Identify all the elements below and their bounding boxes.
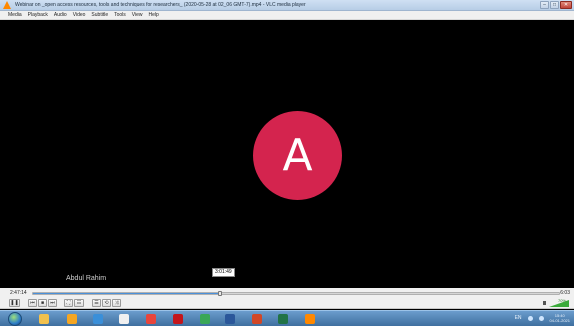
video-display[interactable]: A Abdul Rahim 3:01:49 xyxy=(9,20,565,288)
network-icon[interactable] xyxy=(527,315,533,321)
vlc-cone-icon xyxy=(3,1,11,9)
menu-audio[interactable]: Audio xyxy=(54,12,67,18)
menu-playback[interactable]: Playback xyxy=(28,12,48,18)
menu-video[interactable]: Video xyxy=(73,12,86,18)
system-tray: EN 15:40 04-01-2021 xyxy=(515,313,570,323)
taskbar-app-file-explorer[interactable] xyxy=(36,312,52,326)
window-title: Webinar on _open access resources, tools… xyxy=(15,2,306,8)
taskbar-app-acrobat[interactable] xyxy=(170,312,186,326)
menu-tools[interactable]: Tools xyxy=(114,12,126,18)
clock-date: 04-01-2021 xyxy=(549,318,570,323)
close-button[interactable]: ✕ xyxy=(560,1,572,9)
menu-subtitle[interactable]: Subtitle xyxy=(91,12,108,18)
taskbar-app-powerpoint[interactable] xyxy=(249,312,265,326)
volume-tray-icon[interactable] xyxy=(538,315,544,321)
internet-explorer-icon xyxy=(93,314,103,324)
taskbar-app-vlc[interactable] xyxy=(302,312,318,326)
participant-avatar: A xyxy=(253,111,342,200)
menu-media[interactable]: Media xyxy=(8,12,22,18)
start-button[interactable] xyxy=(8,312,22,326)
vlc-icon xyxy=(305,314,315,324)
taskbar-app-chrome-2[interactable] xyxy=(197,312,213,326)
previous-button[interactable]: ⏮ xyxy=(28,299,37,307)
speaker-icon[interactable] xyxy=(543,301,546,305)
word-icon xyxy=(225,314,235,324)
next-button[interactable]: ⏭ xyxy=(48,299,57,307)
chrome-2-icon xyxy=(200,314,210,324)
play-pause-button[interactable]: ❚❚ xyxy=(9,299,20,307)
language-indicator[interactable]: EN xyxy=(515,315,522,321)
seek-time-tooltip: 3:01:49 xyxy=(212,268,235,277)
menu-help[interactable]: Help xyxy=(149,12,159,18)
powerpoint-icon xyxy=(252,314,262,324)
elapsed-time: 2:47:14 xyxy=(10,290,27,296)
taskbar-app-paint[interactable] xyxy=(64,312,80,326)
taskbar-app-excel[interactable] xyxy=(275,312,291,326)
maximize-button[interactable]: □ xyxy=(550,1,559,9)
chrome-icon xyxy=(146,314,156,324)
loop-button[interactable]: ⟲ xyxy=(102,299,111,307)
playlist-button[interactable]: ☰ xyxy=(92,299,101,307)
seek-progress-fill xyxy=(33,293,220,294)
window-controls: – □ ✕ xyxy=(540,1,572,9)
seek-bar-area: 2:47:14 6:03 xyxy=(0,288,574,297)
taskbar-app-chrome[interactable] xyxy=(143,312,159,326)
extended-settings-button[interactable]: ☷ xyxy=(74,299,84,307)
seek-slider[interactable] xyxy=(32,291,560,296)
volume-percent: 70% xyxy=(557,298,566,303)
fullscreen-button[interactable]: ⛶ xyxy=(64,299,73,307)
title-bar: Webinar on _open access resources, tools… xyxy=(0,0,574,11)
menu-bar: Media Playback Audio Video Subtitle Tool… xyxy=(0,11,574,20)
clock[interactable]: 15:40 04-01-2021 xyxy=(550,313,570,323)
windows-taskbar: EN 15:40 04-01-2021 xyxy=(0,310,574,326)
menu-view[interactable]: View xyxy=(132,12,143,18)
shuffle-button[interactable]: ⤨ xyxy=(112,299,121,307)
taskbar-app-internet-explorer[interactable] xyxy=(90,312,106,326)
paint-icon xyxy=(67,314,77,324)
minimize-button[interactable]: – xyxy=(540,1,549,9)
stop-button[interactable]: ■ xyxy=(38,299,47,307)
taskbar-app-media-player[interactable] xyxy=(116,312,132,326)
excel-icon xyxy=(278,314,288,324)
playback-controls: ❚❚ ⏮ ■ ⏭ ⛶ ☷ ☰ ⟲ ⤨ 70% xyxy=(0,297,574,309)
media-player-icon xyxy=(119,314,129,324)
speaker-name-label: Abdul Rahim xyxy=(66,275,107,282)
acrobat-icon xyxy=(173,314,183,324)
total-time: 6:03 xyxy=(560,290,570,296)
file-explorer-icon xyxy=(39,314,49,324)
seek-handle[interactable] xyxy=(217,291,222,296)
taskbar-app-word[interactable] xyxy=(222,312,238,326)
